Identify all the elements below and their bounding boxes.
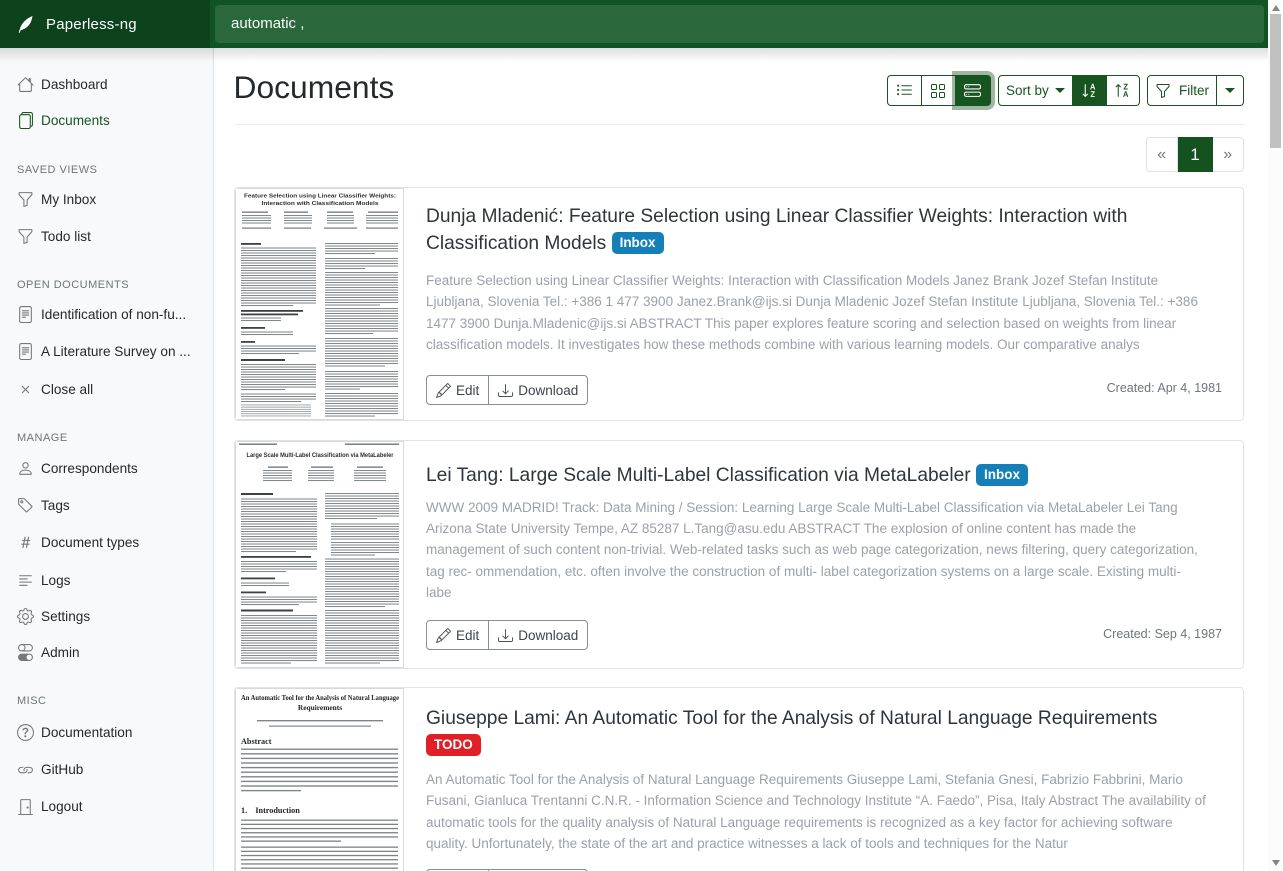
svg-text:Abstract: Abstract [241,737,272,746]
svg-text:Large Scale Multi-Label Classi: Large Scale Multi-Label Classification v… [247,452,395,459]
svg-text:1. Introduction: 1. Introduction [241,806,300,815]
svg-text:An Automatic Tool for the Anal: An Automatic Tool for the Analysis of Na… [241,693,400,702]
svg-text:Requirements: Requirements [298,703,342,712]
svg-text:Interaction with Classificatio: Interaction with Classification Models [262,201,380,207]
svg-text:Feature Selection using Linear: Feature Selection using Linear Classifie… [244,194,396,200]
